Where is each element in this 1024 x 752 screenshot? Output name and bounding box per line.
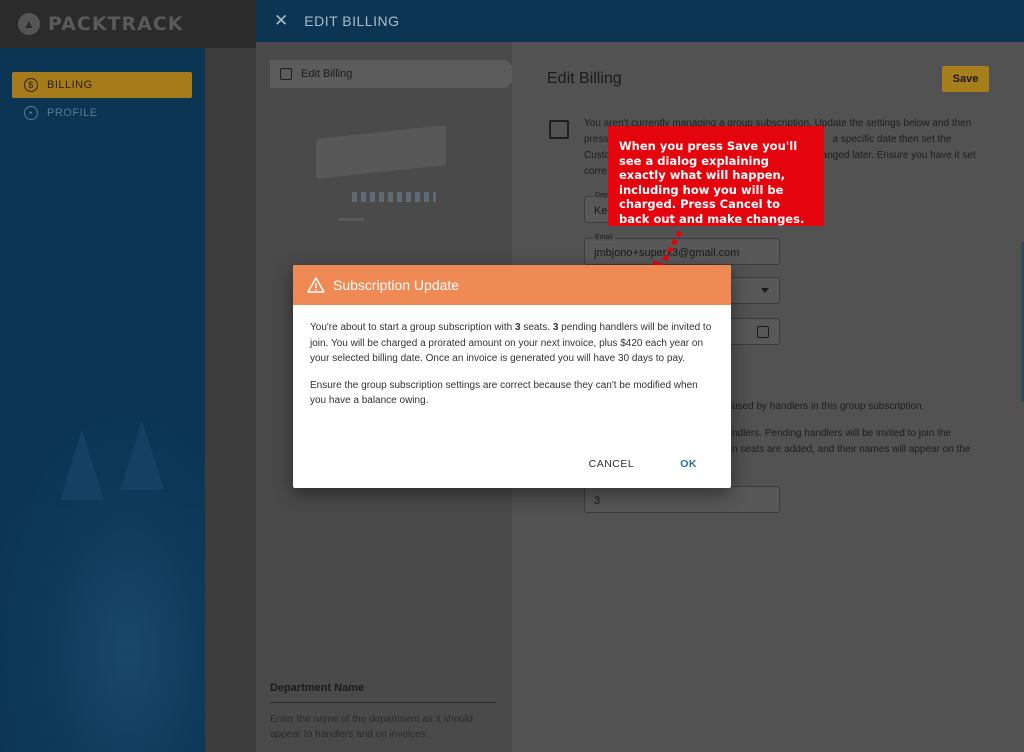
nav-item-profile[interactable]: • PROFILE: [12, 100, 192, 126]
calendar-refresh-icon: [549, 120, 569, 139]
wolf-logo-icon: ▲: [18, 13, 40, 35]
person-icon: •: [24, 106, 38, 120]
field-label: Email: [593, 234, 615, 241]
step-label: Edit Billing: [301, 68, 353, 80]
calendar-icon: [757, 326, 769, 338]
dialog-paragraph: Ensure the group subscription settings a…: [310, 379, 698, 407]
tutorial-callout: When you press Save you'll see a dialog …: [608, 126, 824, 226]
backdrop-strip: [205, 48, 256, 752]
dog-ear: [60, 430, 104, 500]
intro-fragment: press: [584, 134, 609, 145]
info-fragment: used by handlers in this group subscript…: [732, 401, 925, 412]
intro-fragment: hanged later. Ensure you have it set: [816, 150, 976, 161]
warning-icon: [307, 277, 325, 293]
department-name-label: Department Name: [270, 682, 496, 703]
intro-fragment: Custo: [584, 150, 611, 161]
text-fragment: You're about to start a group subscripti…: [310, 322, 515, 333]
step-edit-billing[interactable]: Edit Billing: [270, 60, 520, 88]
close-icon[interactable]: ✕: [274, 11, 288, 31]
drawer-title: EDIT BILLING: [304, 13, 400, 29]
dialog-body: You're about to start a group subscripti…: [293, 305, 731, 409]
department-name-help: Enter the name of the department as it s…: [270, 714, 473, 740]
cancel-button[interactable]: CANCEL: [581, 452, 643, 476]
dialog-paragraph: You're about to start a group subscripti…: [310, 320, 713, 367]
dollar-icon: $: [24, 78, 38, 92]
dialog-title: Subscription Update: [333, 277, 460, 293]
ok-button[interactable]: OK: [672, 452, 705, 476]
nav-item-billing[interactable]: $ BILLING: [12, 72, 192, 98]
app-logo[interactable]: ▲ PACKTRACK: [0, 0, 256, 48]
info-fragment: n seats are added, and their names will …: [732, 444, 971, 455]
illustration-dash: [338, 218, 364, 221]
page-title: Edit Billing: [547, 70, 622, 87]
text-fragment: seats.: [520, 322, 553, 333]
billing-illustration: [316, 125, 446, 232]
illustration-card: [316, 125, 446, 179]
calendar-icon: [280, 68, 292, 80]
logo-text: PACKTRACK: [48, 13, 184, 35]
seats-field[interactable]: 3: [584, 486, 780, 513]
save-button[interactable]: Save: [942, 66, 989, 92]
drawer-header: ✕ EDIT BILLING: [256, 0, 1024, 42]
subscription-update-dialog: Subscription Update You're about to star…: [293, 265, 731, 488]
intro-fragment: a specific date then set the: [832, 134, 952, 145]
dialog-actions: CANCEL OK: [551, 452, 705, 476]
chevron-down-icon: [761, 288, 769, 293]
field-value: 3: [594, 495, 601, 507]
dialog-header: Subscription Update: [293, 265, 731, 305]
dog-ear: [120, 420, 164, 490]
nav-item-label: PROFILE: [47, 107, 98, 119]
illustration-dots: [352, 192, 436, 202]
nav-item-label: BILLING: [47, 79, 93, 91]
info-fragment: ndlers. Pending handlers will be invited…: [732, 428, 952, 439]
